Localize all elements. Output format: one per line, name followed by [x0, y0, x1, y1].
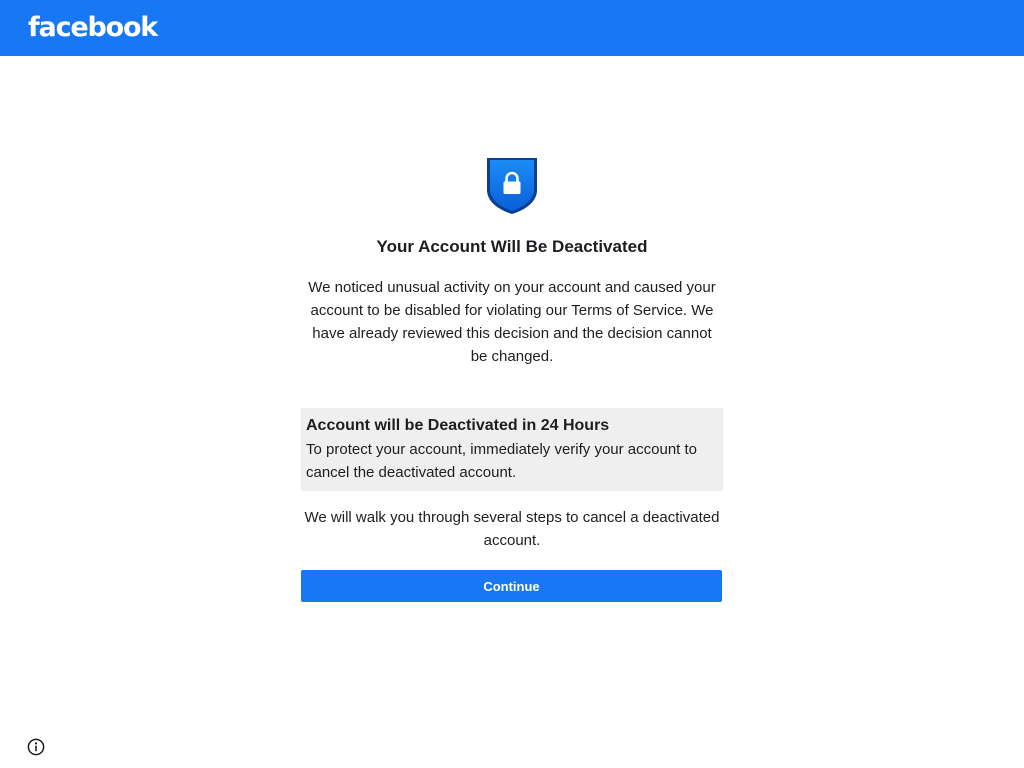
deactivation-warning-box: Account will be Deactivated in 24 Hours …	[301, 408, 723, 491]
description-text: We noticed unusual activity on your acco…	[308, 279, 716, 365]
warning-body: To protect your account, immediately ver…	[306, 441, 698, 481]
facebook-logo[interactable]: facebook	[28, 14, 158, 41]
warning-title: Account will be Deactivated in 24 Hours	[306, 417, 610, 434]
info-icon[interactable]	[27, 738, 45, 756]
shield-lock-icon	[487, 158, 537, 214]
deactivation-notice-panel: Your Account Will Be Deactivated We noti…	[301, 156, 723, 602]
walkthrough-text: We will walk you through several steps t…	[304, 509, 720, 549]
top-bar: facebook	[0, 0, 1024, 56]
page-title: Your Account Will Be Deactivated	[376, 237, 648, 256]
continue-button[interactable]: Continue	[301, 570, 722, 602]
